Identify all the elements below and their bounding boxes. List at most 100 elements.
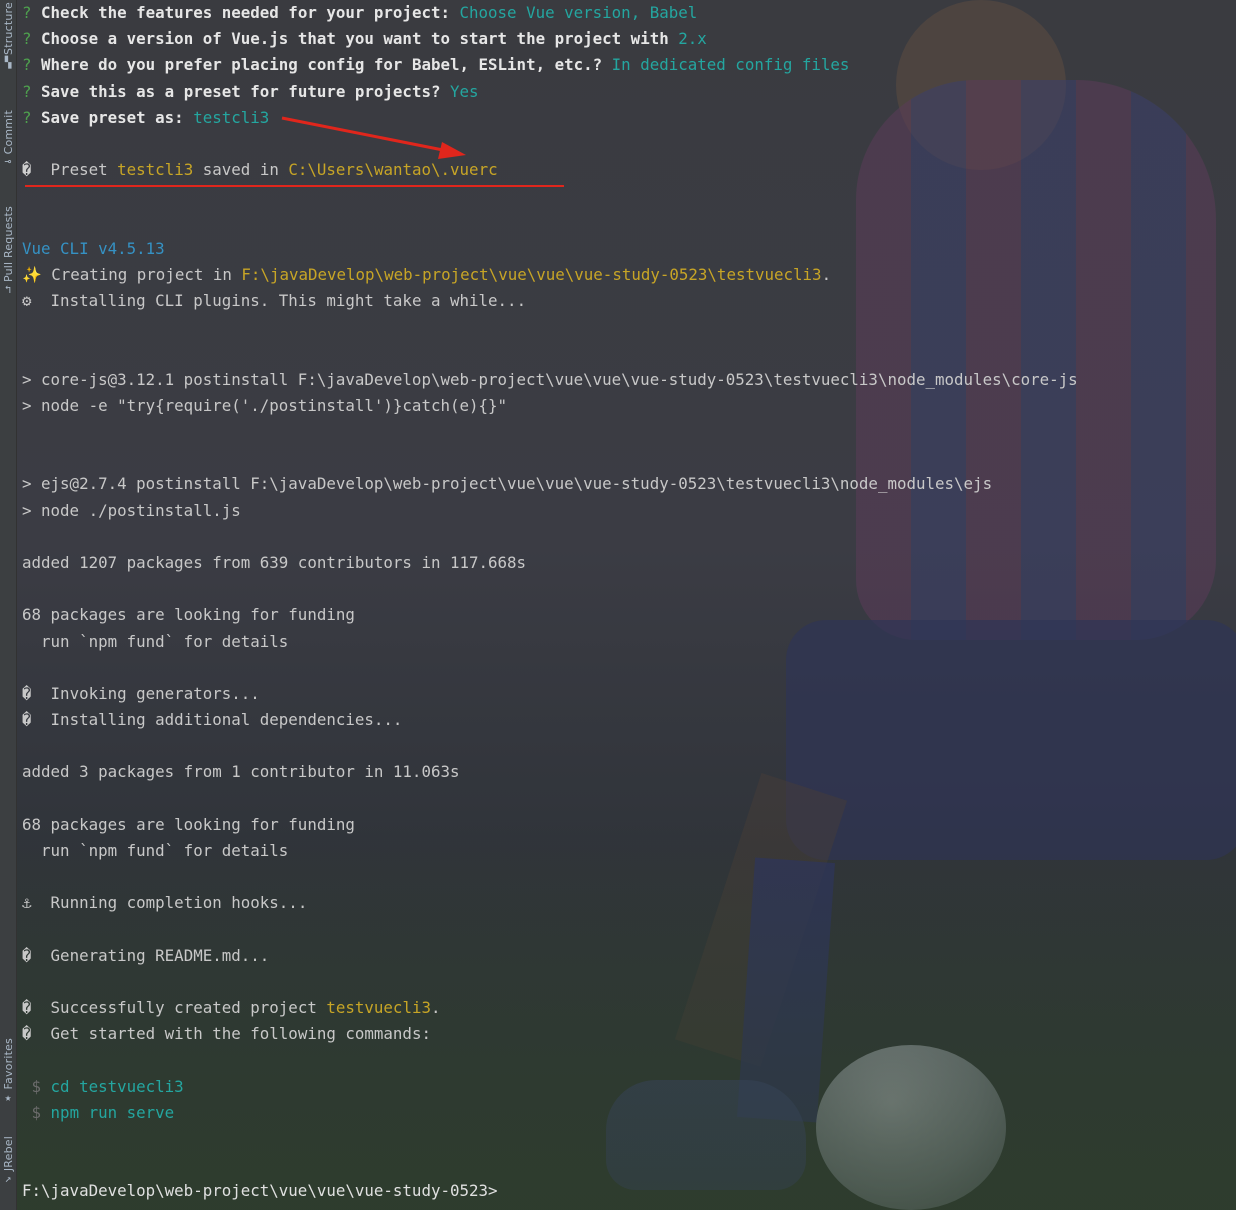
sidebar-item-favorites-label: Favorites: [1, 1038, 15, 1090]
readme-text: Generating README.md...: [50, 945, 270, 965]
answer-text: testcli3: [193, 107, 270, 127]
terminal-line: � Installing additional dependencies...: [22, 707, 1236, 733]
preset-label: Preset: [50, 160, 108, 180]
sidebar-item-commit-label: Commit: [1, 110, 15, 155]
commit-icon: ⊸: [4, 155, 12, 169]
get-started-text: Get started with the following commands:: [50, 1024, 431, 1044]
shell-prompt[interactable]: F:\javaDevelop\web-project\vue\vue\vue-s…: [22, 1178, 1236, 1204]
status-glyph-icon: �: [22, 160, 32, 180]
success-suffix: .: [430, 998, 441, 1018]
star-icon: ★: [4, 1090, 12, 1104]
question-text: Choose a version of Vue.js that you want…: [41, 29, 669, 49]
red-underline-annotation: [25, 185, 564, 187]
question-text: Check the features needed for your proje…: [41, 3, 450, 22]
command-cd: cd testvuecli3: [50, 1076, 184, 1096]
corejs-postinstall-line: > core-js@3.12.1 postinstall F:\javaDeve…: [22, 369, 1078, 389]
terminal-line-preset-saved: � Preset testcli3 saved in C:\Users\want…: [22, 157, 1236, 183]
terminal-line: ? Choose a version of Vue.js that you wa…: [22, 26, 1236, 52]
preset-path[interactable]: C:\Users\wantao\.vuerc: [288, 160, 497, 179]
completion-hooks-text: Running completion hooks...: [50, 893, 308, 913]
status-glyph-icon: �: [22, 945, 32, 965]
answer-text: Yes: [450, 81, 479, 101]
anchor-icon: ⚓: [22, 893, 32, 913]
invoking-text: Invoking generators...: [50, 683, 260, 703]
terminal-line: � Invoking generators...: [22, 681, 1236, 707]
creating-text: Creating project in: [51, 264, 232, 284]
gear-icon: ⚙: [22, 291, 32, 311]
fund-hint-line: run `npm fund` for details: [22, 841, 289, 860]
sidebar-item-jrebel[interactable]: JRebel ↗: [0, 1136, 16, 1185]
status-glyph-icon: �: [22, 683, 32, 703]
pull-requests-icon: ↰: [4, 283, 12, 297]
sidebar-item-pull-requests[interactable]: Pull Requests ↰: [0, 206, 16, 296]
added-packages-line: added 3 packages from 1 contributor in 1…: [22, 762, 460, 782]
terminal-line: ? Check the features needed for your pro…: [22, 0, 1236, 26]
project-path[interactable]: F:\javaDevelop\web-project\vue\vue\vue-s…: [241, 265, 821, 284]
ejs-node-line: > node ./postinstall.js: [22, 500, 241, 520]
status-glyph-icon: �: [22, 1024, 32, 1044]
terminal-line: $ npm run serve: [22, 1100, 1236, 1126]
terminal-line: ⚙ Installing CLI plugins. This might tak…: [22, 288, 1236, 314]
funding-line: 68 packages are looking for funding: [22, 605, 355, 625]
structure-icon: ▚: [4, 55, 12, 69]
sidebar-item-jrebel-label: JRebel: [1, 1136, 15, 1172]
creating-suffix: .: [821, 264, 832, 284]
sidebar-item-structure-label: Structure: [1, 2, 15, 55]
terminal-line: ✨ Creating project in F:\javaDevelop\web…: [22, 262, 1236, 288]
terminal-line: ⚓ Running completion hooks...: [22, 890, 1236, 916]
fund-hint-line: run `npm fund` for details: [22, 631, 289, 651]
success-text: Successfully created project: [50, 998, 317, 1018]
tool-window-strip: Structure ▚ Commit ⊸ Pull Requests ↰ Fav…: [0, 0, 17, 1210]
status-glyph-icon: �: [22, 710, 32, 730]
question-text: Save preset as:: [41, 107, 184, 127]
terminal-line: ? Save preset as: testcli3: [22, 105, 1236, 131]
command-serve: npm run serve: [50, 1102, 175, 1122]
dollar-sign: $: [31, 1102, 42, 1122]
project-name: testvuecli3: [326, 998, 431, 1018]
terminal-line: ? Where do you prefer placing config for…: [22, 52, 1236, 78]
terminal-line: � Get started with the following command…: [22, 1021, 1236, 1047]
jrebel-icon: ↗: [4, 1172, 12, 1186]
answer-text: 2.x: [678, 29, 707, 49]
sparkles-icon: ✨: [22, 264, 42, 284]
sidebar-item-commit[interactable]: Commit ⊸: [0, 110, 16, 168]
answer-text: Choose Vue version, Babel: [459, 3, 698, 22]
terminal-output[interactable]: ? Check the features needed for your pro…: [22, 0, 1236, 1205]
funding-line: 68 packages are looking for funding: [22, 814, 355, 834]
question-text: Where do you prefer placing config for B…: [41, 55, 603, 75]
corejs-node-line: > node -e "try{require('./postinstall')}…: [22, 395, 508, 415]
status-glyph-icon: �: [22, 998, 32, 1018]
question-mark: ?: [22, 55, 32, 75]
terminal-line: � Generating README.md...: [22, 943, 1236, 969]
sidebar-item-structure[interactable]: Structure ▚: [0, 2, 16, 69]
terminal-line: $ cd testvuecli3: [22, 1074, 1236, 1100]
sidebar-item-favorites[interactable]: Favorites ★: [0, 1038, 16, 1104]
sidebar-item-pull-requests-label: Pull Requests: [1, 206, 15, 283]
answer-text: In dedicated config files: [611, 55, 850, 75]
ejs-postinstall-line: > ejs@2.7.4 postinstall F:\javaDevelop\w…: [22, 474, 993, 494]
dollar-sign: $: [31, 1076, 42, 1096]
terminal-line: � Successfully created project testvuecl…: [22, 995, 1236, 1021]
question-mark: ?: [22, 3, 32, 22]
installing-plugins-text: Installing CLI plugins. This might take …: [50, 291, 527, 311]
question-mark: ?: [22, 81, 32, 101]
installing-deps-text: Installing additional dependencies...: [50, 710, 403, 730]
preset-saved-in: saved in: [202, 160, 279, 180]
